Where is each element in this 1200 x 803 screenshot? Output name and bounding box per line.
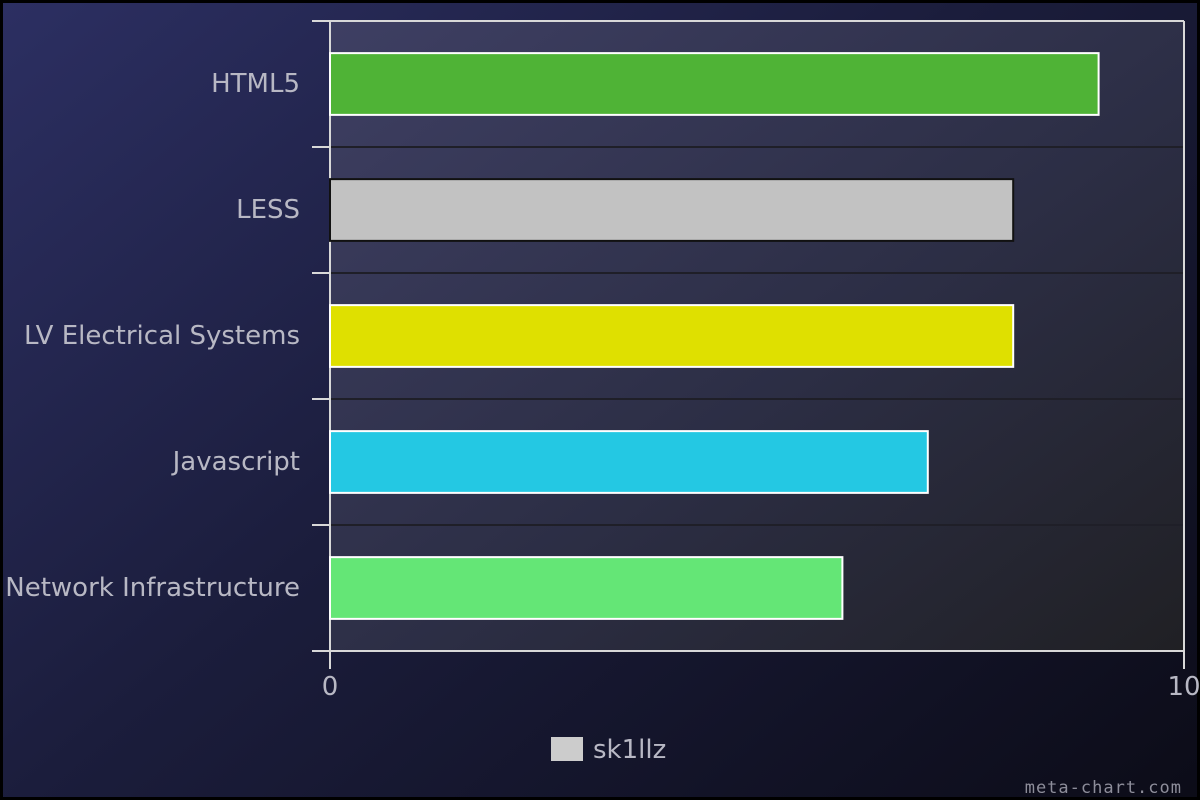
bar-chart: HTML5 LESS LV Electrical Systems Javascript…	[5, 20, 1200, 798]
chart-root: HTML5 LESS LV Electrical Systems Javascript…	[0, 0, 1200, 800]
x-tick-label: 0	[322, 672, 339, 702]
category-label: Javascript	[171, 447, 300, 477]
category-label: LESS	[236, 195, 300, 225]
legend-label: sk1llz	[593, 735, 666, 765]
bar	[329, 556, 844, 620]
legend-swatch	[551, 737, 583, 761]
bar	[329, 430, 929, 494]
category-label: LV Electrical Systems	[24, 321, 300, 351]
x-tick-label: 10	[1167, 672, 1200, 702]
bar	[329, 52, 1100, 116]
category-label: HTML5	[211, 69, 300, 99]
bar	[329, 178, 1015, 242]
watermark: meta-chart.com	[1025, 778, 1182, 798]
bar	[329, 304, 1015, 368]
category-label: Network Infrastructure	[5, 573, 300, 603]
